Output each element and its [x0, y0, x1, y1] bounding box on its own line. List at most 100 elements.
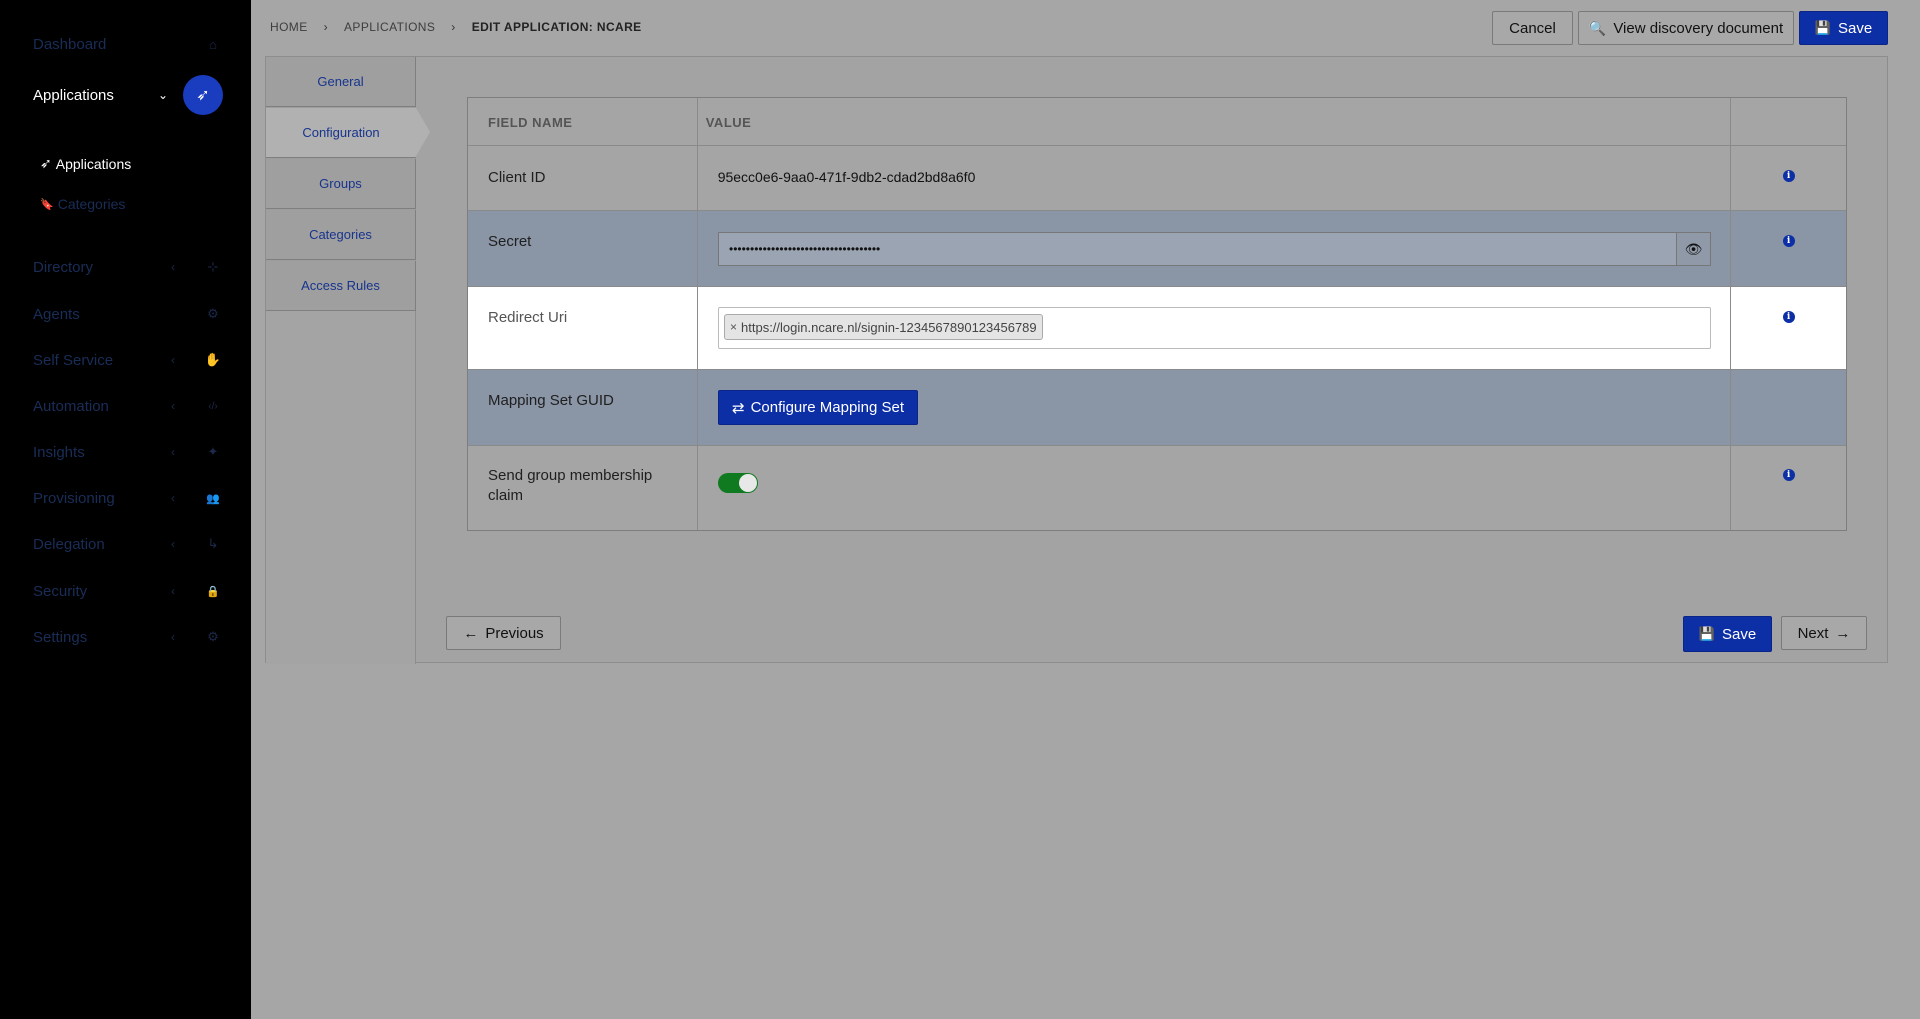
sidebar-item-label: Provisioning — [33, 489, 115, 507]
chevron-left-icon: ‹ — [171, 399, 175, 413]
arrow-left-icon: ← — [463, 624, 479, 642]
bookmark-icon: 🔖 — [40, 198, 54, 211]
sidebar-item-automation[interactable]: Automation ‹ ‹/› — [33, 392, 223, 420]
save-button-top[interactable]: 💾 Save — [1799, 11, 1888, 45]
field-label: Mapping Set GUID — [468, 370, 698, 445]
sidebar-item-label: Agents — [33, 305, 80, 323]
breadcrumb: HOME › APPLICATIONS › EDIT APPLICATION: … — [270, 20, 642, 34]
sidebar-item-applications[interactable]: Applications ⌄ ➶ — [33, 75, 223, 115]
table-row-mapping-set: Mapping Set GUID ⇄ Configure Mapping Set — [468, 370, 1846, 446]
column-header-field-name: FIELD NAME — [468, 98, 698, 145]
info-icon[interactable]: i — [1782, 469, 1795, 481]
client-id-value: 95ecc0e6-9aa0-471f-9db2-cdad2bd8a6f0 — [698, 146, 1732, 210]
tab-label: General — [317, 74, 364, 89]
cancel-label: Cancel — [1509, 19, 1556, 37]
floppy-disk-icon: 💾 — [1698, 626, 1715, 641]
save-button-bottom[interactable]: 💾 Save — [1683, 616, 1772, 652]
lightbulb-icon: ✦ — [207, 444, 219, 459]
chevron-right-icon: › — [323, 20, 329, 34]
chevron-left-icon: ‹ — [171, 630, 175, 644]
info-icon[interactable]: i — [1782, 170, 1795, 182]
chevron-right-icon: › — [451, 20, 456, 34]
hand-icon: ✋ — [204, 352, 222, 367]
active-tab-indicator — [416, 108, 430, 156]
exchange-icon: ⇄ — [731, 399, 745, 417]
tab-list: General Configuration Groups Categories … — [266, 57, 430, 664]
gear-icon: ⚙ — [207, 629, 219, 644]
arrow-right-icon: → — [1835, 624, 1851, 642]
configuration-table: FIELD NAME VALUE Client ID 95ecc0e6-9aa0… — [467, 97, 1847, 531]
code-icon: ‹/› — [208, 400, 218, 412]
redirect-uri-input[interactable]: × https://login.ncare.nl/signin-12345678… — [718, 307, 1711, 349]
breadcrumb-home[interactable]: HOME — [270, 20, 308, 34]
sidebar-subitem-label: Categories — [57, 196, 126, 212]
breadcrumb-applications[interactable]: APPLICATIONS — [344, 20, 435, 34]
cancel-button[interactable]: Cancel — [1492, 11, 1573, 45]
info-icon[interactable]: i — [1782, 311, 1795, 323]
sidebar-item-provisioning[interactable]: Provisioning ‹ 👥 — [33, 484, 223, 512]
group-membership-toggle[interactable] — [718, 473, 758, 493]
sidebar-item-label: Settings — [33, 628, 88, 646]
field-label: Client ID — [468, 146, 698, 210]
chevron-left-icon: ‹ — [171, 353, 175, 367]
remove-tag-icon[interactable]: × — [730, 320, 737, 334]
field-label: Redirect Uri — [468, 287, 698, 369]
sidebar-item-label: Applications — [33, 86, 114, 104]
save-label: Save — [1837, 19, 1873, 37]
sidebar-item-dashboard[interactable]: Dashboard ⌂ — [33, 30, 223, 58]
sidebar-item-agents[interactable]: Agents ⚙ — [33, 300, 223, 328]
sidebar-item-delegation[interactable]: Delegation ‹ ↳ — [33, 530, 223, 558]
table-header-row: FIELD NAME VALUE — [468, 98, 1846, 146]
sitemap-icon: ⊹ — [207, 259, 219, 274]
table-row-redirect-uri: Redirect Uri i × https://login.ncare.nl/… — [468, 287, 1846, 370]
sidebar-item-label: Directory — [33, 258, 94, 276]
floppy-disk-icon: 💾 — [1814, 20, 1831, 35]
tab-label: Access Rules — [301, 278, 380, 293]
sidebar-item-label: Security — [33, 582, 88, 600]
chevron-left-icon: ‹ — [171, 537, 175, 551]
sidebar-item-label: Self Service — [33, 351, 114, 369]
view-discovery-button[interactable]: 🔍 View discovery document — [1578, 11, 1794, 45]
field-label: Secret — [468, 211, 698, 286]
sidebar-item-settings[interactable]: Settings ‹ ⚙ — [33, 623, 223, 651]
tab-categories[interactable]: Categories — [266, 210, 416, 260]
sidebar-item-insights[interactable]: Insights ‹ ✦ — [33, 438, 223, 466]
sidebar-subitem-label: Applications — [55, 155, 132, 172]
configure-mapping-set-button[interactable]: ⇄ Configure Mapping Set — [718, 390, 918, 425]
sidebar-item-security[interactable]: Security ‹ 🔒 — [33, 577, 223, 605]
previous-label: Previous — [485, 624, 544, 642]
save-label: Save — [1721, 625, 1757, 643]
previous-button[interactable]: ← Previous — [446, 616, 561, 650]
column-header-value: VALUE — [698, 98, 1732, 145]
info-icon[interactable]: i — [1782, 235, 1795, 247]
chevron-left-icon: ‹ — [171, 445, 175, 459]
sidebar-item-label: Dashboard — [33, 35, 107, 53]
level-down-icon: ↳ — [207, 536, 219, 551]
secret-field: •••••••••••••••••••••••••••••••••••• 👁 — [718, 232, 1711, 266]
tab-groups[interactable]: Groups — [266, 159, 416, 209]
sidebar-item-directory[interactable]: Directory ‹ ⊹ — [33, 253, 223, 281]
table-row-secret: Secret i •••••••••••••••••••••••••••••••… — [468, 211, 1846, 287]
tab-label: Groups — [319, 176, 362, 191]
breadcrumb-current: EDIT APPLICATION: NCARE — [471, 20, 642, 34]
rocket-icon: ➶ — [183, 75, 223, 115]
tab-configuration[interactable]: Configuration — [266, 108, 416, 158]
next-label: Next — [1797, 624, 1829, 642]
configure-mapping-set-label: Configure Mapping Set — [750, 399, 904, 416]
next-button[interactable]: Next → — [1781, 616, 1867, 650]
sidebar: Dashboard ⌂ Applications ⌄ ➶ ➶ Applicati… — [0, 0, 251, 1019]
field-label: Send group membership claim — [468, 446, 698, 530]
sidebar-subitem-applications[interactable]: ➶ Applications — [40, 155, 131, 172]
tab-access-rules[interactable]: Access Rules — [266, 261, 416, 311]
sidebar-item-self-service[interactable]: Self Service ‹ ✋ — [33, 346, 223, 374]
tab-general[interactable]: General — [266, 57, 416, 107]
secret-input[interactable]: •••••••••••••••••••••••••••••••••••• — [719, 233, 1676, 265]
chevron-left-icon: ‹ — [171, 260, 175, 274]
sidebar-subitem-categories[interactable]: 🔖 Categories — [40, 196, 125, 212]
home-icon: ⌂ — [209, 36, 217, 52]
chevron-left-icon: ‹ — [171, 491, 175, 505]
eye-icon[interactable]: 👁 — [1676, 233, 1710, 265]
cogs-icon: ⚙ — [207, 306, 219, 321]
tab-label: Categories — [309, 227, 372, 242]
redirect-uri-tag: × https://login.ncare.nl/signin-12345678… — [724, 314, 1043, 340]
